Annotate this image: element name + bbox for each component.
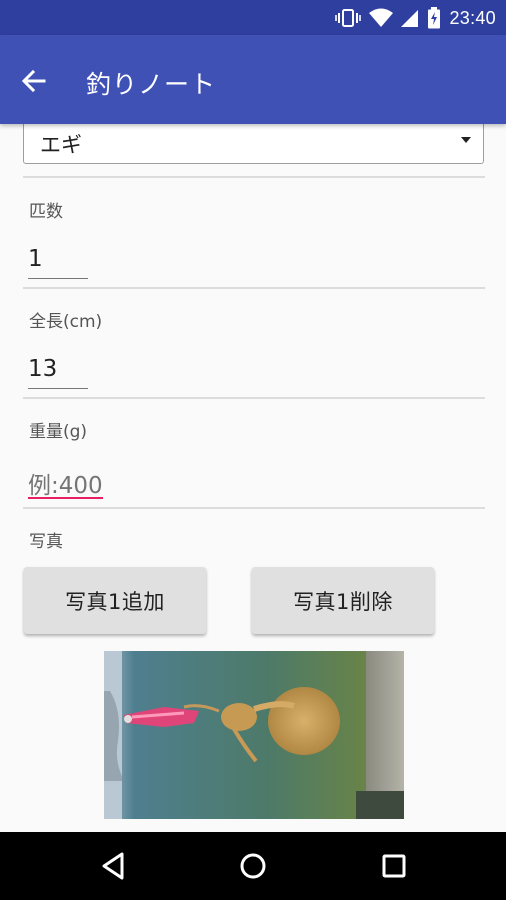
arrow-back-icon[interactable] [20, 67, 48, 95]
home-circle-icon[interactable] [237, 850, 269, 882]
weight-label: 重量(g) [29, 422, 88, 442]
divider [23, 397, 485, 399]
battery-charging-icon [428, 7, 441, 29]
bait-select[interactable]: エギ [23, 124, 484, 164]
wifi-icon [369, 8, 394, 27]
count-input[interactable]: 1 [28, 246, 88, 279]
weight-input[interactable]: 例:400 [28, 466, 103, 499]
status-bar: 23:40 [0, 0, 506, 35]
app-bar: 釣りノート [0, 35, 506, 124]
recents-square-icon[interactable] [378, 850, 410, 882]
status-time: 23:40 [449, 7, 496, 28]
length-label: 全長(cm) [29, 312, 103, 332]
signal-icon [401, 10, 419, 27]
page-title: 釣りノート [86, 70, 217, 99]
vibrate-icon [335, 9, 362, 27]
divider [23, 287, 485, 289]
length-input[interactable]: 13 [28, 356, 88, 389]
divider [23, 176, 485, 178]
status-icons: 23:40 [335, 6, 496, 30]
photo-label: 写真 [29, 532, 63, 552]
form-content[interactable]: エギ 匹数 1 全長(cm) 13 重量(g) 例:400 写真 写真1追加 写… [0, 124, 506, 832]
count-label: 匹数 [29, 202, 63, 222]
add-photo-button[interactable]: 写真1追加 [24, 567, 206, 634]
navigation-bar [0, 832, 506, 900]
squid-catch-photo [104, 651, 404, 819]
dropdown-arrow-icon [461, 137, 471, 143]
bait-select-value: エギ [40, 133, 82, 157]
delete-photo-button[interactable]: 写真1削除 [252, 567, 434, 634]
back-triangle-icon[interactable] [98, 850, 130, 882]
divider [23, 507, 485, 509]
